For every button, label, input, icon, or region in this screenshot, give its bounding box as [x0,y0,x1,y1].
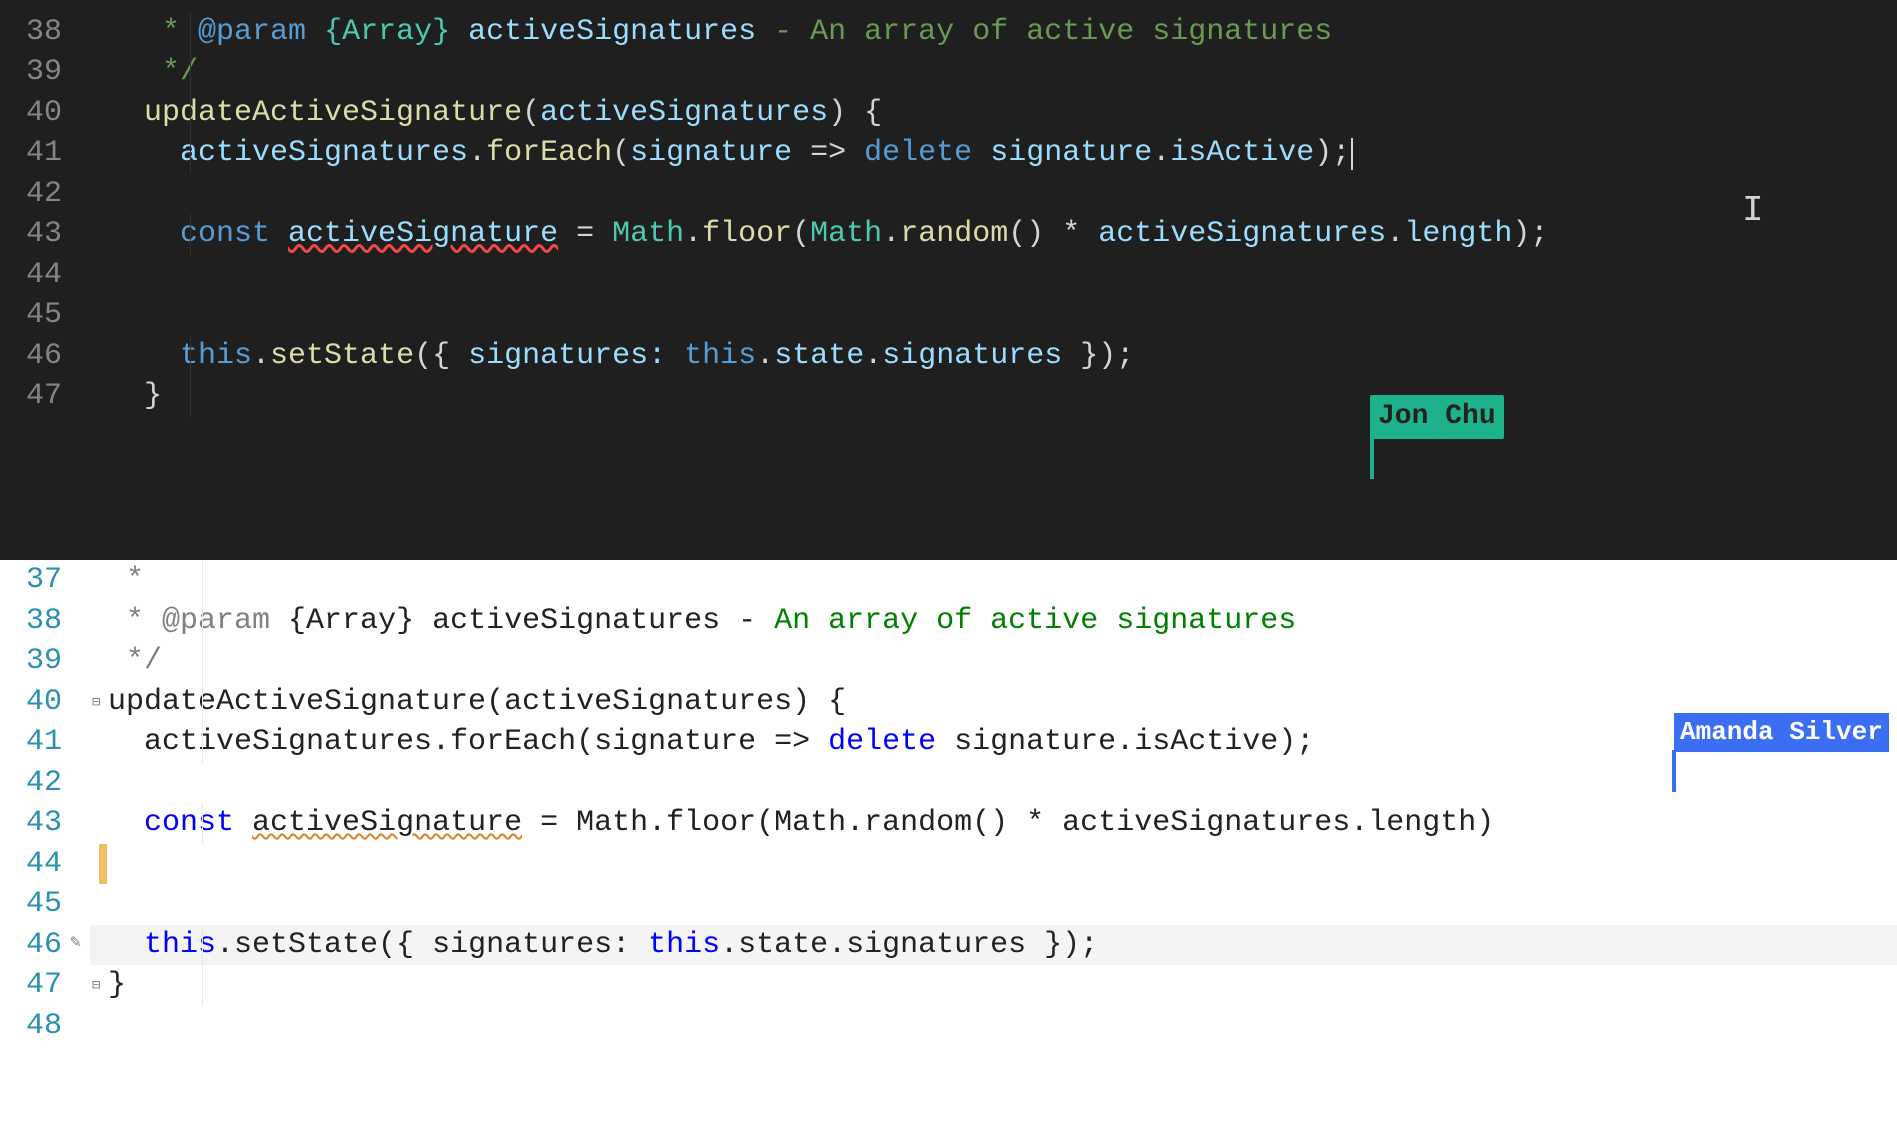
code-line[interactable]: 44 [0,255,1897,296]
line-number: 40 [0,682,90,723]
line-number: 45 [0,884,90,925]
text-cursor [1351,138,1353,170]
code-line[interactable]: 40⊟ updateActiveSignature(activeSignatur… [0,682,1897,723]
code-content[interactable]: updateActiveSignature(activeSignatures) … [90,682,1897,723]
line-number: 38 [0,12,90,53]
code-line[interactable]: 42 [0,763,1897,804]
code-line[interactable]: 38 * @param {Array} activeSignatures - A… [0,12,1897,53]
code-content[interactable]: } [90,376,1897,417]
code-content[interactable]: */ [90,641,1897,682]
code-line[interactable]: 47⊟ } [0,965,1897,1006]
line-number: 39 [0,641,90,682]
code-line[interactable]: 37 * [0,560,1897,601]
line-number: 37 [0,560,90,601]
code-content[interactable]: */ [90,52,1897,93]
code-content[interactable]: updateActiveSignature(activeSignatures) … [90,93,1897,134]
line-number: 45 [0,295,90,336]
code-line[interactable]: 42 [0,174,1897,215]
line-number: 47 [0,965,90,1006]
line-number: 48 [0,1006,90,1047]
code-line[interactable]: 47 } [0,376,1897,417]
line-number: 44 [0,844,90,885]
line-number: 37 [0,0,90,12]
code-line[interactable]: 40 updateActiveSignature(activeSignature… [0,93,1897,134]
editor-pane-light[interactable]: Amanda Silver 37 *38 * @param {Array} ac… [0,560,1897,1147]
collab-cursor [1370,437,1374,479]
code-line[interactable]: 38 * @param {Array} activeSignatures - A… [0,601,1897,642]
code-content[interactable]: const activeSignature = Math.floor(Math.… [90,803,1897,844]
code-line[interactable]: 46✎ this.setState({ signatures: this.sta… [0,925,1897,966]
line-number: 43 [0,214,90,255]
code-line[interactable]: 48 [0,1006,1897,1047]
code-line[interactable]: 43 const activeSignature = Math.floor(Ma… [0,803,1897,844]
pencil-icon: ✎ [70,931,81,955]
line-number: 39 [0,52,90,93]
code-content[interactable]: activeSignatures.forEach(signature => de… [90,133,1897,174]
code-content[interactable]: } [90,965,1897,1006]
code-line[interactable]: 43 const activeSignature = Math.floor(Ma… [0,214,1897,255]
line-number: 43 [0,803,90,844]
code-content[interactable]: activeSignatures.forEach(signature => de… [90,722,1897,763]
code-line[interactable]: 45 [0,884,1897,925]
code-line[interactable]: 41 activeSignatures.forEach(signature =>… [0,133,1897,174]
change-indicator [99,844,107,884]
line-number: 44 [0,255,90,296]
code-content[interactable]: this.setState({ signatures: this.state.s… [90,925,1897,966]
code-line[interactable]: 37 [0,0,1897,12]
code-content[interactable]: this.setState({ signatures: this.state.s… [90,336,1897,377]
code-content[interactable]: const activeSignature = Math.floor(Math.… [90,214,1897,255]
code-content[interactable]: * @param {Array} activeSignatures - An a… [90,12,1897,53]
code-content[interactable]: * @param {Array} activeSignatures - An a… [90,601,1897,642]
line-number: 46 [0,336,90,377]
code-line[interactable]: 45 [0,295,1897,336]
code-line[interactable]: 41 activeSignatures.forEach(signature =>… [0,722,1897,763]
code-content[interactable]: * [90,560,1897,601]
line-number: 38 [0,601,90,642]
line-number: 47 [0,376,90,417]
line-number: 42 [0,174,90,215]
editor-pane-dark[interactable]: Jon Chu I 3738 * @param {Array} activeSi… [0,0,1897,560]
code-line[interactable]: 39 */ [0,52,1897,93]
line-number: 41 [0,133,90,174]
line-number: 41 [0,722,90,763]
code-line[interactable]: 39 */ [0,641,1897,682]
line-number: 42 [0,763,90,804]
code-line[interactable]: 46 this.setState({ signatures: this.stat… [0,336,1897,377]
code-line[interactable]: 44 [0,844,1897,885]
line-number: 40 [0,93,90,134]
